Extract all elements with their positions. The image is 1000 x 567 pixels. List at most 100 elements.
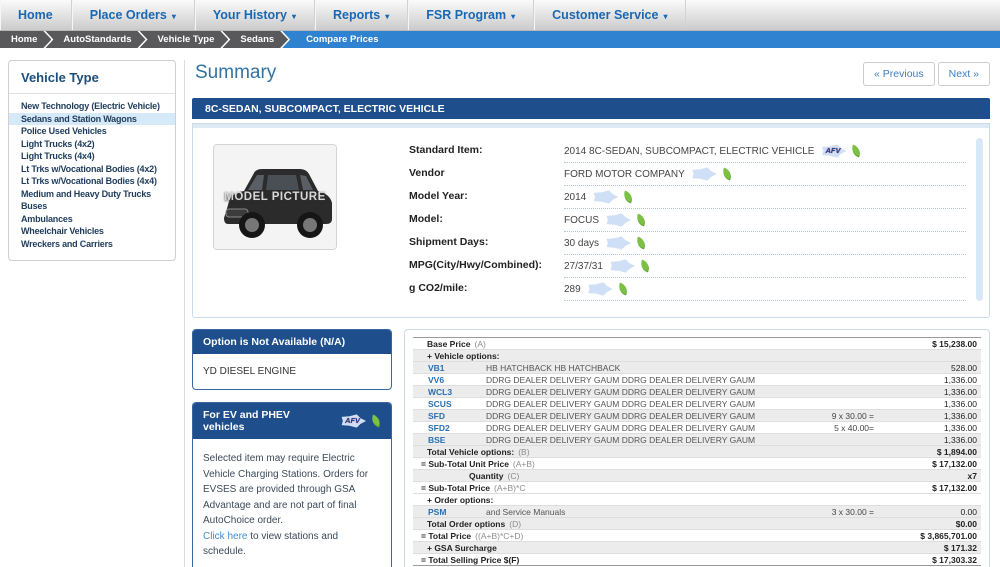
breadcrumb-item[interactable]: Home — [0, 31, 51, 48]
price-row: SFD DDRG DEALER DELIVERY GAUM DDRG DEALE… — [413, 410, 981, 422]
main-panel: Summary « Previous Next » 8C-SEDAN, SUBC… — [184, 60, 995, 567]
afv-badge-icon — [692, 167, 717, 181]
price-row-label: Total Order options — [427, 518, 506, 529]
nav-item[interactable]: Customer Service ▾ — [534, 0, 687, 30]
detail-value: FOCUS — [564, 209, 966, 232]
option-code-link[interactable]: SFD — [428, 411, 486, 421]
option-code-link[interactable]: SFD2 — [428, 423, 486, 433]
price-row: + Vehicle options: — [413, 350, 981, 362]
sidebar-item[interactable]: Light Trucks (4x4) — [9, 150, 175, 163]
breadcrumb-item[interactable]: Sedans — [222, 31, 288, 48]
panel-body: YD DIESEL ENGINE — [203, 366, 296, 377]
detail-label: Vendor — [409, 167, 445, 179]
option-not-available-panel: Option is Not Available (N/A) YD DIESEL … — [192, 329, 392, 390]
option-code-link[interactable]: VV6 — [428, 375, 486, 385]
sidebar-item[interactable]: Buses — [9, 200, 175, 213]
scrollbar[interactable] — [976, 138, 983, 301]
afv-badge-icon — [606, 213, 631, 227]
price-row-quantity: 5 x 40.00= — [834, 422, 874, 433]
price-row-amount: 1,336.00 — [943, 422, 977, 433]
price-row-amount: 1,336.00 — [943, 386, 977, 397]
green-leaf-icon — [616, 282, 630, 296]
detail-label: g CO2/mile: — [409, 282, 468, 294]
previous-button[interactable]: « Previous — [863, 62, 935, 86]
page-title: Summary — [195, 62, 277, 83]
breadcrumb-item[interactable]: Vehicle Type — [140, 31, 229, 48]
sidebar-item[interactable]: Lt Trks w/Vocational Bodies (4x2) — [9, 163, 175, 176]
sidebar-item[interactable]: Wheelchair Vehicles — [9, 225, 175, 238]
option-code-link[interactable]: SCUS — [428, 399, 486, 409]
price-row: PSM and Service Manuals 3 x 30.00 = 0.00 — [413, 506, 981, 518]
price-row-description: HB HATCHBACK HB HATCHBACK — [486, 362, 621, 373]
sidebar-item[interactable]: Sedans and Station Wagons — [9, 112, 175, 125]
price-row: = Total Price ((A+B)*C+D) $ 3,865,701.00 — [413, 530, 981, 542]
nav-item-label: Place Orders — [89, 8, 167, 22]
green-leaf-icon — [634, 213, 648, 227]
vehicle-detail-row: MPG(City/Hwy/Combined): 27/37/31 — [409, 255, 966, 278]
sidebar-item[interactable]: Lt Trks w/Vocational Bodies (4x4) — [9, 175, 175, 188]
panel-body: Selected item may require Electric Vehic… — [193, 439, 391, 567]
price-row-label: = Sub-Total Unit Price — [421, 458, 509, 469]
price-row-note: ((A+B)*C+D) — [475, 530, 524, 541]
option-code-link[interactable]: WCL3 — [428, 387, 486, 397]
option-code-link[interactable]: PSM — [428, 507, 486, 517]
nav-item[interactable]: Place Orders ▾ — [72, 0, 195, 30]
price-row-amount: $ 17,132.00 — [932, 482, 977, 493]
price-row-description: DDRG DEALER DELIVERY GAUM DDRG DEALER DE… — [486, 434, 756, 445]
price-row-description: DDRG DEALER DELIVERY GAUM DDRG DEALER DE… — [486, 410, 756, 421]
green-leaf-icon — [369, 414, 383, 428]
sidebar-item[interactable]: Medium and Heavy Duty Trucks — [9, 188, 175, 201]
option-code-link[interactable]: VB1 — [428, 363, 486, 373]
nav-item-label: Customer Service — [552, 8, 659, 22]
vehicle-detail-card: MODEL PICTURE Standard Item: 2014 8C-SED… — [192, 123, 990, 318]
price-row-amount: $ 1,894.00 — [936, 446, 977, 457]
price-row-note: (A+B)*C — [494, 482, 526, 493]
detail-value-text: 2014 — [564, 191, 587, 203]
price-row-label: Total Vehicle options: — [427, 446, 515, 457]
price-row-amount: 1,336.00 — [943, 398, 977, 409]
content-area: Vehicle Type New Technology (Electric Ve… — [0, 48, 1000, 567]
detail-label: MPG(City/Hwy/Combined): — [409, 259, 542, 271]
nav-item[interactable]: Reports ▾ — [315, 0, 409, 30]
vehicle-detail-row: Vendor FORD MOTOR COMPANY — [409, 163, 966, 186]
afv-badge-icon — [610, 259, 635, 273]
sidebar-item[interactable]: Police Used Vehicles — [9, 125, 175, 138]
price-panel: Base Price (A) $ 15,238.00 + Vehicle opt… — [404, 329, 990, 567]
nav-item[interactable]: Home — [0, 0, 72, 30]
price-row: = Total Selling Price $(F) $ 17,303.32 — [413, 554, 981, 566]
sidebar-item[interactable]: Wreckers and Carriers — [9, 238, 175, 251]
green-leaf-icon — [850, 144, 863, 158]
sidebar-item[interactable]: Ambulances — [9, 213, 175, 226]
top-navbar: Home Place Orders ▾ Your History ▾ Repor… — [0, 0, 1000, 31]
price-row-label: Quantity — [469, 470, 504, 481]
price-row-note: (A+B) — [512, 458, 535, 469]
green-leaf-icon — [621, 190, 635, 204]
price-row: VB1 HB HATCHBACK HB HATCHBACK 528.00 — [413, 362, 981, 374]
nav-item[interactable]: Your History ▾ — [195, 0, 315, 30]
sidebar-title: Vehicle Type — [9, 61, 175, 94]
detail-value: 289 — [564, 278, 966, 301]
afv-badge-icon: AFV — [822, 144, 847, 158]
detail-label: Standard Item: — [409, 144, 483, 156]
breadcrumb-item[interactable]: AutoStandards — [45, 31, 145, 48]
ev-phev-panel: For EV and PHEV vehicles AFV Selected it… — [192, 402, 392, 567]
section-title: 8C-SEDAN, SUBCOMPACT, ELECTRIC VEHICLE — [205, 102, 445, 115]
afv-badge-icon — [606, 236, 632, 250]
ev-notice-text: Selected item may require Electric Vehic… — [203, 453, 369, 526]
price-row: Quantity (C) x7 — [413, 470, 981, 482]
next-button[interactable]: Next » — [937, 62, 990, 86]
option-code-link[interactable]: BSE — [428, 435, 486, 445]
price-row-amount: 1,336.00 — [943, 434, 977, 445]
nav-item-label: FSR Program — [426, 8, 507, 22]
price-row: + GSA Surcharge $ 171.32 — [413, 542, 981, 554]
price-row-quantity: 3 x 30.00 = — [831, 506, 874, 517]
vehicle-detail-row: Model: FOCUS — [409, 209, 966, 232]
sidebar-item[interactable]: Light Trucks (4x2) — [9, 138, 175, 151]
price-row-quantity: 9 x 30.00 = — [831, 410, 874, 421]
price-row-amount: x7 — [967, 470, 977, 481]
nav-item[interactable]: FSR Program ▾ — [408, 0, 535, 30]
click-here-link[interactable]: Click here — [203, 531, 247, 542]
sidebar-item[interactable]: New Technology (Electric Vehicle) — [9, 100, 175, 113]
breadcrumb-label: Vehicle Type — [157, 34, 215, 45]
detail-value: 2014 — [564, 186, 966, 209]
